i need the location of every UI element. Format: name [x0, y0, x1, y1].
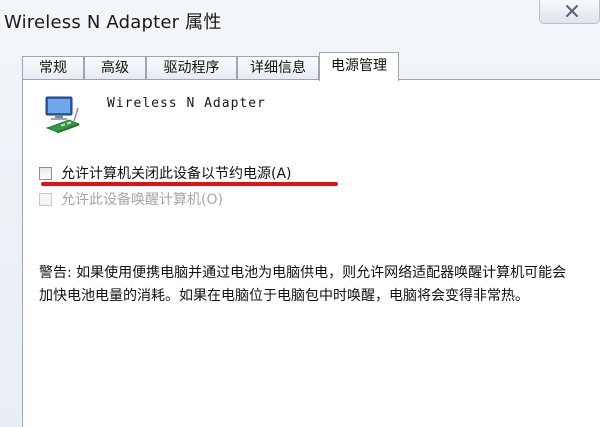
tab-label: 电源管理 — [331, 58, 387, 74]
red-highlight-underline — [41, 182, 338, 186]
properties-window: Wireless N Adapter 属性 常规 高级 驱动程序 详细信息 电源… — [0, 0, 600, 427]
tab-details[interactable]: 详细信息 — [237, 56, 319, 80]
tab-label: 详细信息 — [250, 60, 306, 76]
close-icon — [566, 5, 578, 17]
network-adapter-icon — [45, 96, 81, 134]
tab-label: 高级 — [101, 60, 129, 76]
title-bar: Wireless N Adapter 属性 — [0, 0, 600, 44]
tab-label: 驱动程序 — [163, 60, 220, 76]
allow-wake-label: 允许此设备唤醒计算机(O) — [61, 192, 223, 208]
allow-power-off-option[interactable]: 允许计算机关闭此设备以节约电源(A) — [39, 164, 339, 184]
allow-wake-checkbox — [39, 193, 52, 206]
window-title: Wireless N Adapter 属性 — [4, 12, 222, 33]
close-button[interactable] — [539, 0, 600, 24]
device-name: Wireless N Adapter — [107, 96, 266, 111]
tab-label: 常规 — [39, 60, 67, 76]
allow-power-off-checkbox[interactable] — [39, 167, 52, 180]
tab-general[interactable]: 常规 — [22, 56, 84, 80]
tab-advanced[interactable]: 高级 — [84, 56, 146, 80]
allow-power-off-label: 允许计算机关闭此设备以节约电源(A) — [61, 166, 292, 182]
warning-text: 警告: 如果使用便携电脑并通过电池为电脑供电，则允许网络适配器唤醒计算机可能会加… — [39, 265, 567, 304]
power-management-panel: Wireless N Adapter 允许计算机关闭此设备以节约电源(A) 允许… — [22, 79, 600, 427]
tab-power-management[interactable]: 电源管理 — [319, 52, 399, 81]
allow-wake-option: 允许此设备唤醒计算机(O) — [39, 190, 289, 210]
tab-driver[interactable]: 驱动程序 — [146, 56, 237, 80]
